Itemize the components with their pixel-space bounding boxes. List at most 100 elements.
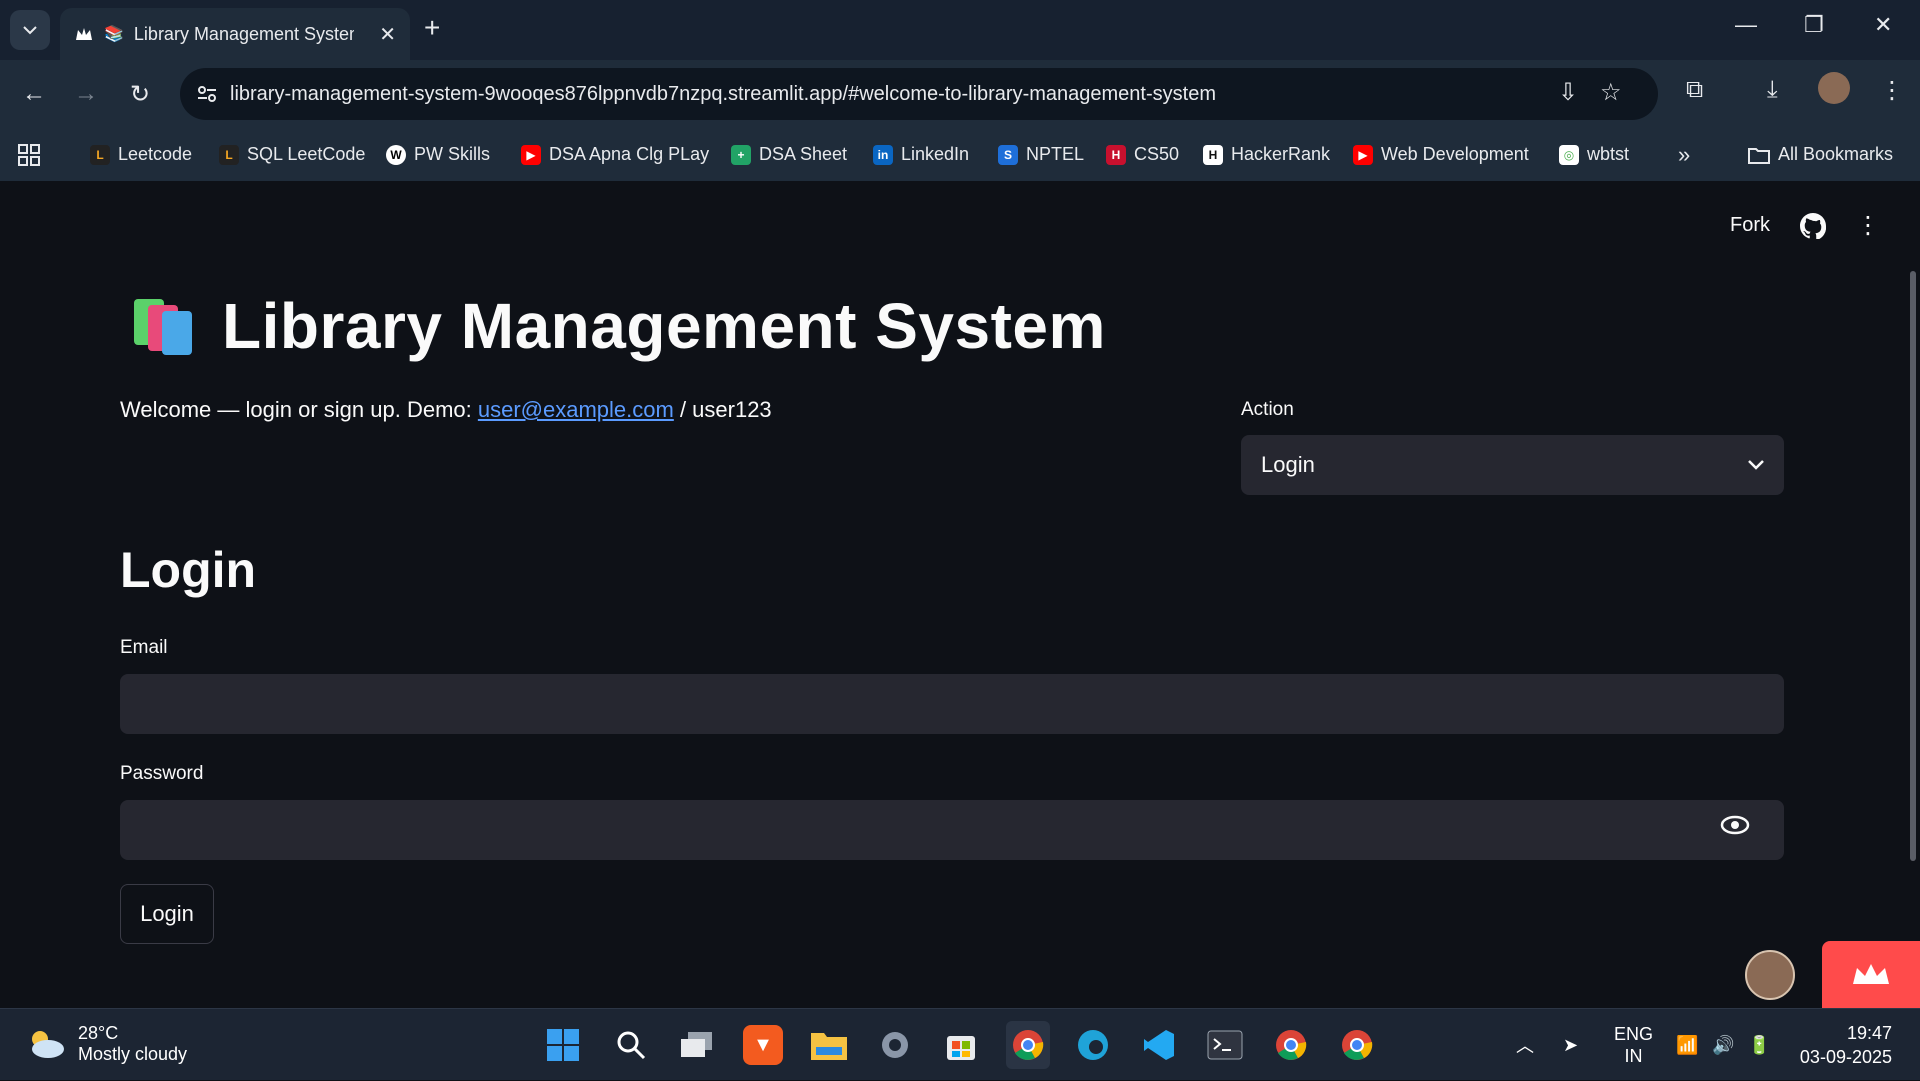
date: 03-09-2025 xyxy=(1799,1047,1892,1067)
clock[interactable]: 19:47 03-09-2025 xyxy=(1800,1021,1892,1069)
books-favicon-icon: 📚 xyxy=(104,26,124,43)
nptel-icon: S xyxy=(998,144,1018,165)
profile-avatar[interactable] xyxy=(1818,72,1850,104)
bookmark-web-development[interactable]: ▶ Web Development xyxy=(1353,128,1529,181)
weather-description: Mostly cloudy xyxy=(78,1044,188,1064)
url-text: library-management-system-9wooqes876lppn… xyxy=(230,82,1216,105)
bookmark-sql-leetcode[interactable]: L SQL LeetCode xyxy=(219,128,365,181)
wifi-icon[interactable]: 📶 xyxy=(1676,1009,1698,1081)
welcome-text: Welcome — login or sign up. Demo: user@e… xyxy=(120,397,772,422)
weather-widget[interactable]: 28°C Mostly cloudy xyxy=(26,1023,187,1065)
bookmark-wbtst[interactable]: ◎ wbtst xyxy=(1559,128,1629,181)
restore-icon[interactable]: ❐ xyxy=(1804,12,1824,38)
linkedin-icon: in xyxy=(873,144,893,165)
terminal-icon[interactable] xyxy=(1205,1025,1245,1065)
password-label: Password xyxy=(120,763,204,784)
streamlit-favicon-icon xyxy=(76,28,92,40)
bookmark-cs50[interactable]: H CS50 xyxy=(1106,128,1179,181)
start-button[interactable] xyxy=(543,1025,583,1065)
action-label: Action xyxy=(1241,399,1294,420)
minimize-icon[interactable]: — xyxy=(1735,12,1757,38)
page-title: Library Management System xyxy=(222,290,1106,362)
user-avatar[interactable] xyxy=(1745,950,1795,1000)
edge-browser-icon[interactable] xyxy=(1073,1025,1113,1065)
app-header-actions: Fork ⋮ xyxy=(1730,211,1880,240)
email-field[interactable] xyxy=(120,674,1784,734)
chevron-down-icon xyxy=(1748,460,1764,470)
bookmark-pw-skills[interactable]: W PW Skills xyxy=(386,128,490,181)
action-select[interactable]: Login xyxy=(1241,435,1784,495)
tab-strip: 📚 Library Management System ✕ + — ❐ ✕ xyxy=(0,0,1920,60)
bookmark-dsa-apna[interactable]: ▶ DSA Apna Clg PLay xyxy=(521,128,709,181)
bookmark-nptel[interactable]: S NPTEL xyxy=(998,128,1084,181)
windows-taskbar: 28°C Mostly cloudy ▼ ︿ ➤ ENG IN 📶 🔊 🔋 19… xyxy=(0,1008,1920,1080)
settings-gear-icon[interactable] xyxy=(875,1025,915,1065)
more-bookmarks-icon[interactable]: » xyxy=(1678,128,1690,181)
active-tab[interactable]: 📚 Library Management System ✕ xyxy=(60,8,410,60)
action-selected-value: Login xyxy=(1261,452,1315,477)
chrome-active-icon[interactable] xyxy=(1006,1021,1050,1069)
form-title: Login xyxy=(120,542,257,598)
language-indicator[interactable]: ENG IN xyxy=(1614,1009,1653,1081)
all-bookmarks-button[interactable]: All Bookmarks xyxy=(1748,128,1893,181)
bookmark-linkedin[interactable]: in LinkedIn xyxy=(873,128,969,181)
fork-button[interactable]: Fork xyxy=(1730,214,1770,237)
forward-icon[interactable]: → xyxy=(68,76,104,112)
volume-icon[interactable]: 🔊 xyxy=(1712,1009,1734,1081)
chrome-profile-3-icon[interactable] xyxy=(1337,1025,1377,1065)
github-icon[interactable] xyxy=(1800,212,1826,239)
bookmark-dsa-sheet[interactable]: + DSA Sheet xyxy=(731,128,847,181)
show-password-icon[interactable] xyxy=(1720,815,1750,835)
streamlit-crown-icon xyxy=(1853,963,1889,984)
address-bar[interactable]: library-management-system-9wooqes876lppn… xyxy=(180,68,1658,120)
youtube-icon: ▶ xyxy=(1353,144,1373,165)
show-hidden-icons-icon[interactable]: ︿ xyxy=(1516,1009,1534,1081)
battery-icon[interactable]: 🔋 xyxy=(1748,1009,1770,1081)
brave-browser-icon[interactable]: ▼ xyxy=(743,1025,783,1065)
bookmark-hackerrank[interactable]: H HackerRank xyxy=(1203,128,1330,181)
page-scrollbar[interactable] xyxy=(1910,271,1916,861)
windows-icon xyxy=(547,1029,579,1061)
chevron-down-icon xyxy=(23,26,37,35)
close-window-icon[interactable]: ✕ xyxy=(1874,12,1892,38)
bookmark-star-icon[interactable]: ☆ xyxy=(1600,78,1622,107)
youtube-icon: ▶ xyxy=(521,144,541,165)
browser-menu-icon[interactable]: ⋮ xyxy=(1880,76,1904,105)
vscode-icon[interactable] xyxy=(1139,1025,1179,1065)
site-info-icon[interactable] xyxy=(196,83,218,105)
books-icon xyxy=(130,295,200,357)
new-tab-button[interactable]: + xyxy=(424,12,440,44)
login-button[interactable]: Login xyxy=(120,884,214,944)
streamlit-page: Fork ⋮ Library Management System Welcome… xyxy=(0,181,1920,1008)
search-icon[interactable] xyxy=(611,1025,651,1065)
task-view-icon[interactable] xyxy=(677,1025,717,1065)
bookmark-leetcode[interactable]: L Leetcode xyxy=(90,128,192,181)
wbtst-icon: ◎ xyxy=(1559,144,1579,165)
demo-email-link[interactable]: user@example.com xyxy=(478,397,674,422)
download-icon[interactable]: ⤓ xyxy=(1767,76,1778,104)
file-explorer-icon[interactable] xyxy=(809,1025,849,1065)
app-menu-icon[interactable]: ⋮ xyxy=(1856,211,1880,240)
extensions-icon[interactable]: ⧉ xyxy=(1686,76,1703,104)
apps-grid-icon[interactable] xyxy=(18,128,40,181)
browser-chrome: 📚 Library Management System ✕ + — ❐ ✕ ← … xyxy=(0,0,1920,181)
chrome-profile-2-icon[interactable] xyxy=(1271,1025,1311,1065)
time: 19:47 xyxy=(1846,1023,1892,1043)
tab-title: Library Management System xyxy=(133,23,354,44)
reload-icon[interactable]: ↻ xyxy=(122,76,158,112)
install-app-icon[interactable]: ⇩ xyxy=(1558,78,1578,107)
harvard-icon: H xyxy=(1106,144,1126,165)
tab-search-button[interactable] xyxy=(10,10,50,50)
cloudy-weather-icon xyxy=(32,1031,64,1058)
microsoft-store-icon[interactable] xyxy=(941,1025,981,1065)
close-tab-icon[interactable]: ✕ xyxy=(379,22,396,47)
leetcode-icon: L xyxy=(90,144,110,165)
location-icon[interactable]: ➤ xyxy=(1563,1009,1578,1081)
back-icon[interactable]: ← xyxy=(16,76,52,112)
hackerrank-icon: H xyxy=(1203,144,1223,165)
password-field[interactable] xyxy=(120,800,1784,860)
page-title-row: Library Management System xyxy=(130,289,1106,363)
browser-toolbar: ← → ↻ library-management-system-9wooqes8… xyxy=(0,60,1920,128)
folder-icon xyxy=(1748,147,1770,164)
streamlit-badge[interactable] xyxy=(1822,941,1920,1008)
